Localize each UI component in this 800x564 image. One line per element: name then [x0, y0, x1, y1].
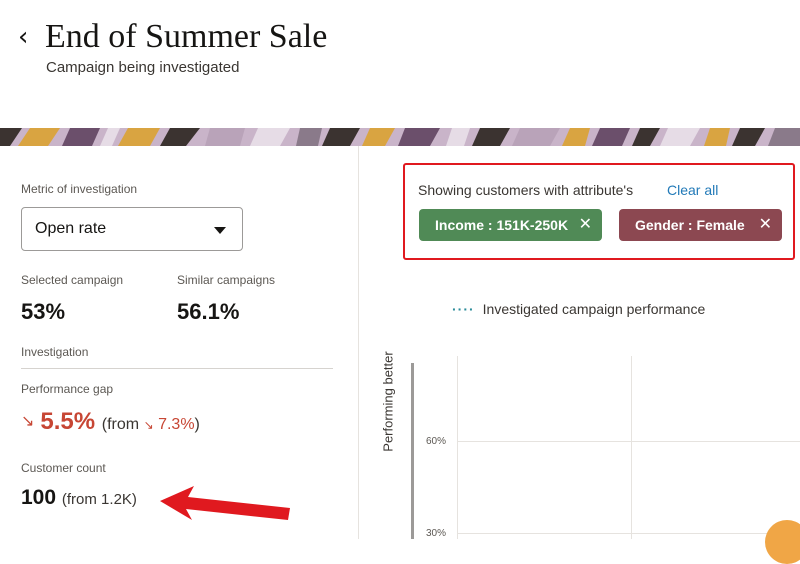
- close-icon[interactable]: ✕: [759, 209, 772, 241]
- page-title: End of Summer Sale: [45, 18, 328, 55]
- gap-from-suffix: ): [194, 416, 200, 433]
- performance-gap: ↘ 5.5% (from ↘ 7.3%): [21, 408, 200, 436]
- y-tick-label: 60%: [426, 436, 447, 447]
- y-axis-bar: [411, 363, 414, 539]
- metric-dropdown-value: Open rate: [35, 220, 107, 237]
- decorative-banner: [0, 128, 800, 146]
- filter-chip-income-label: Income : 151K-250K: [435, 217, 569, 233]
- red-arrow-annotation-icon: [160, 486, 290, 520]
- investigation-label: Investigation: [21, 345, 89, 359]
- trend-down-small-icon: ↘: [143, 418, 154, 432]
- grid-line: [457, 533, 800, 534]
- grid-line: [457, 356, 458, 539]
- divider: [21, 368, 333, 369]
- legend-label: Investigated campaign performance: [482, 301, 706, 317]
- page-subtitle: Campaign being investigated: [46, 59, 240, 76]
- data-point-marker[interactable]: [765, 520, 800, 564]
- filter-chip-income[interactable]: Income : 151K-250K ✕: [419, 209, 602, 241]
- customer-count: 100 (from 1.2K): [21, 486, 137, 510]
- customer-count-value: 100: [21, 486, 57, 509]
- performance-gap-value: 5.5%: [40, 408, 96, 435]
- performance-gap-from: (from ↘ 7.3%): [102, 416, 200, 433]
- selected-campaign-value: 53%: [21, 299, 66, 324]
- y-tick-label: 30%: [426, 528, 447, 539]
- customer-count-from: (from 1.2K): [61, 491, 137, 508]
- metric-dropdown[interactable]: Open rate: [21, 207, 243, 251]
- y-axis-label: Performing better: [380, 351, 396, 452]
- trend-down-icon: ↘: [21, 413, 35, 430]
- metric-label: Metric of investigation: [21, 182, 138, 196]
- similar-campaigns-value: 56.1%: [177, 299, 240, 324]
- close-icon[interactable]: ✕: [579, 209, 592, 241]
- clear-all-link[interactable]: Clear all: [667, 182, 718, 198]
- customer-count-label: Customer count: [21, 461, 106, 475]
- filter-label: Showing customers with attribute's: [418, 182, 634, 198]
- performance-gap-label: Performance gap: [21, 382, 114, 396]
- similar-campaigns-label: Similar campaigns: [177, 273, 276, 287]
- selected-campaign-label: Selected campaign: [21, 273, 124, 287]
- grid-line: [631, 356, 632, 539]
- chart-legend: ···· Investigated campaign performance: [452, 301, 705, 317]
- gap-from-value: 7.3%: [158, 416, 195, 433]
- back-chevron-icon[interactable]: ‹: [18, 22, 28, 52]
- grid-line: [457, 441, 800, 442]
- gap-from-prefix: (from: [101, 416, 140, 433]
- filter-chip-gender-label: Gender : Female: [635, 217, 745, 233]
- caret-down-icon: [214, 227, 226, 234]
- filter-chip-gender[interactable]: Gender : Female ✕: [619, 209, 782, 241]
- dotted-line-icon: ····: [452, 301, 475, 317]
- metrics-panel: [0, 146, 359, 539]
